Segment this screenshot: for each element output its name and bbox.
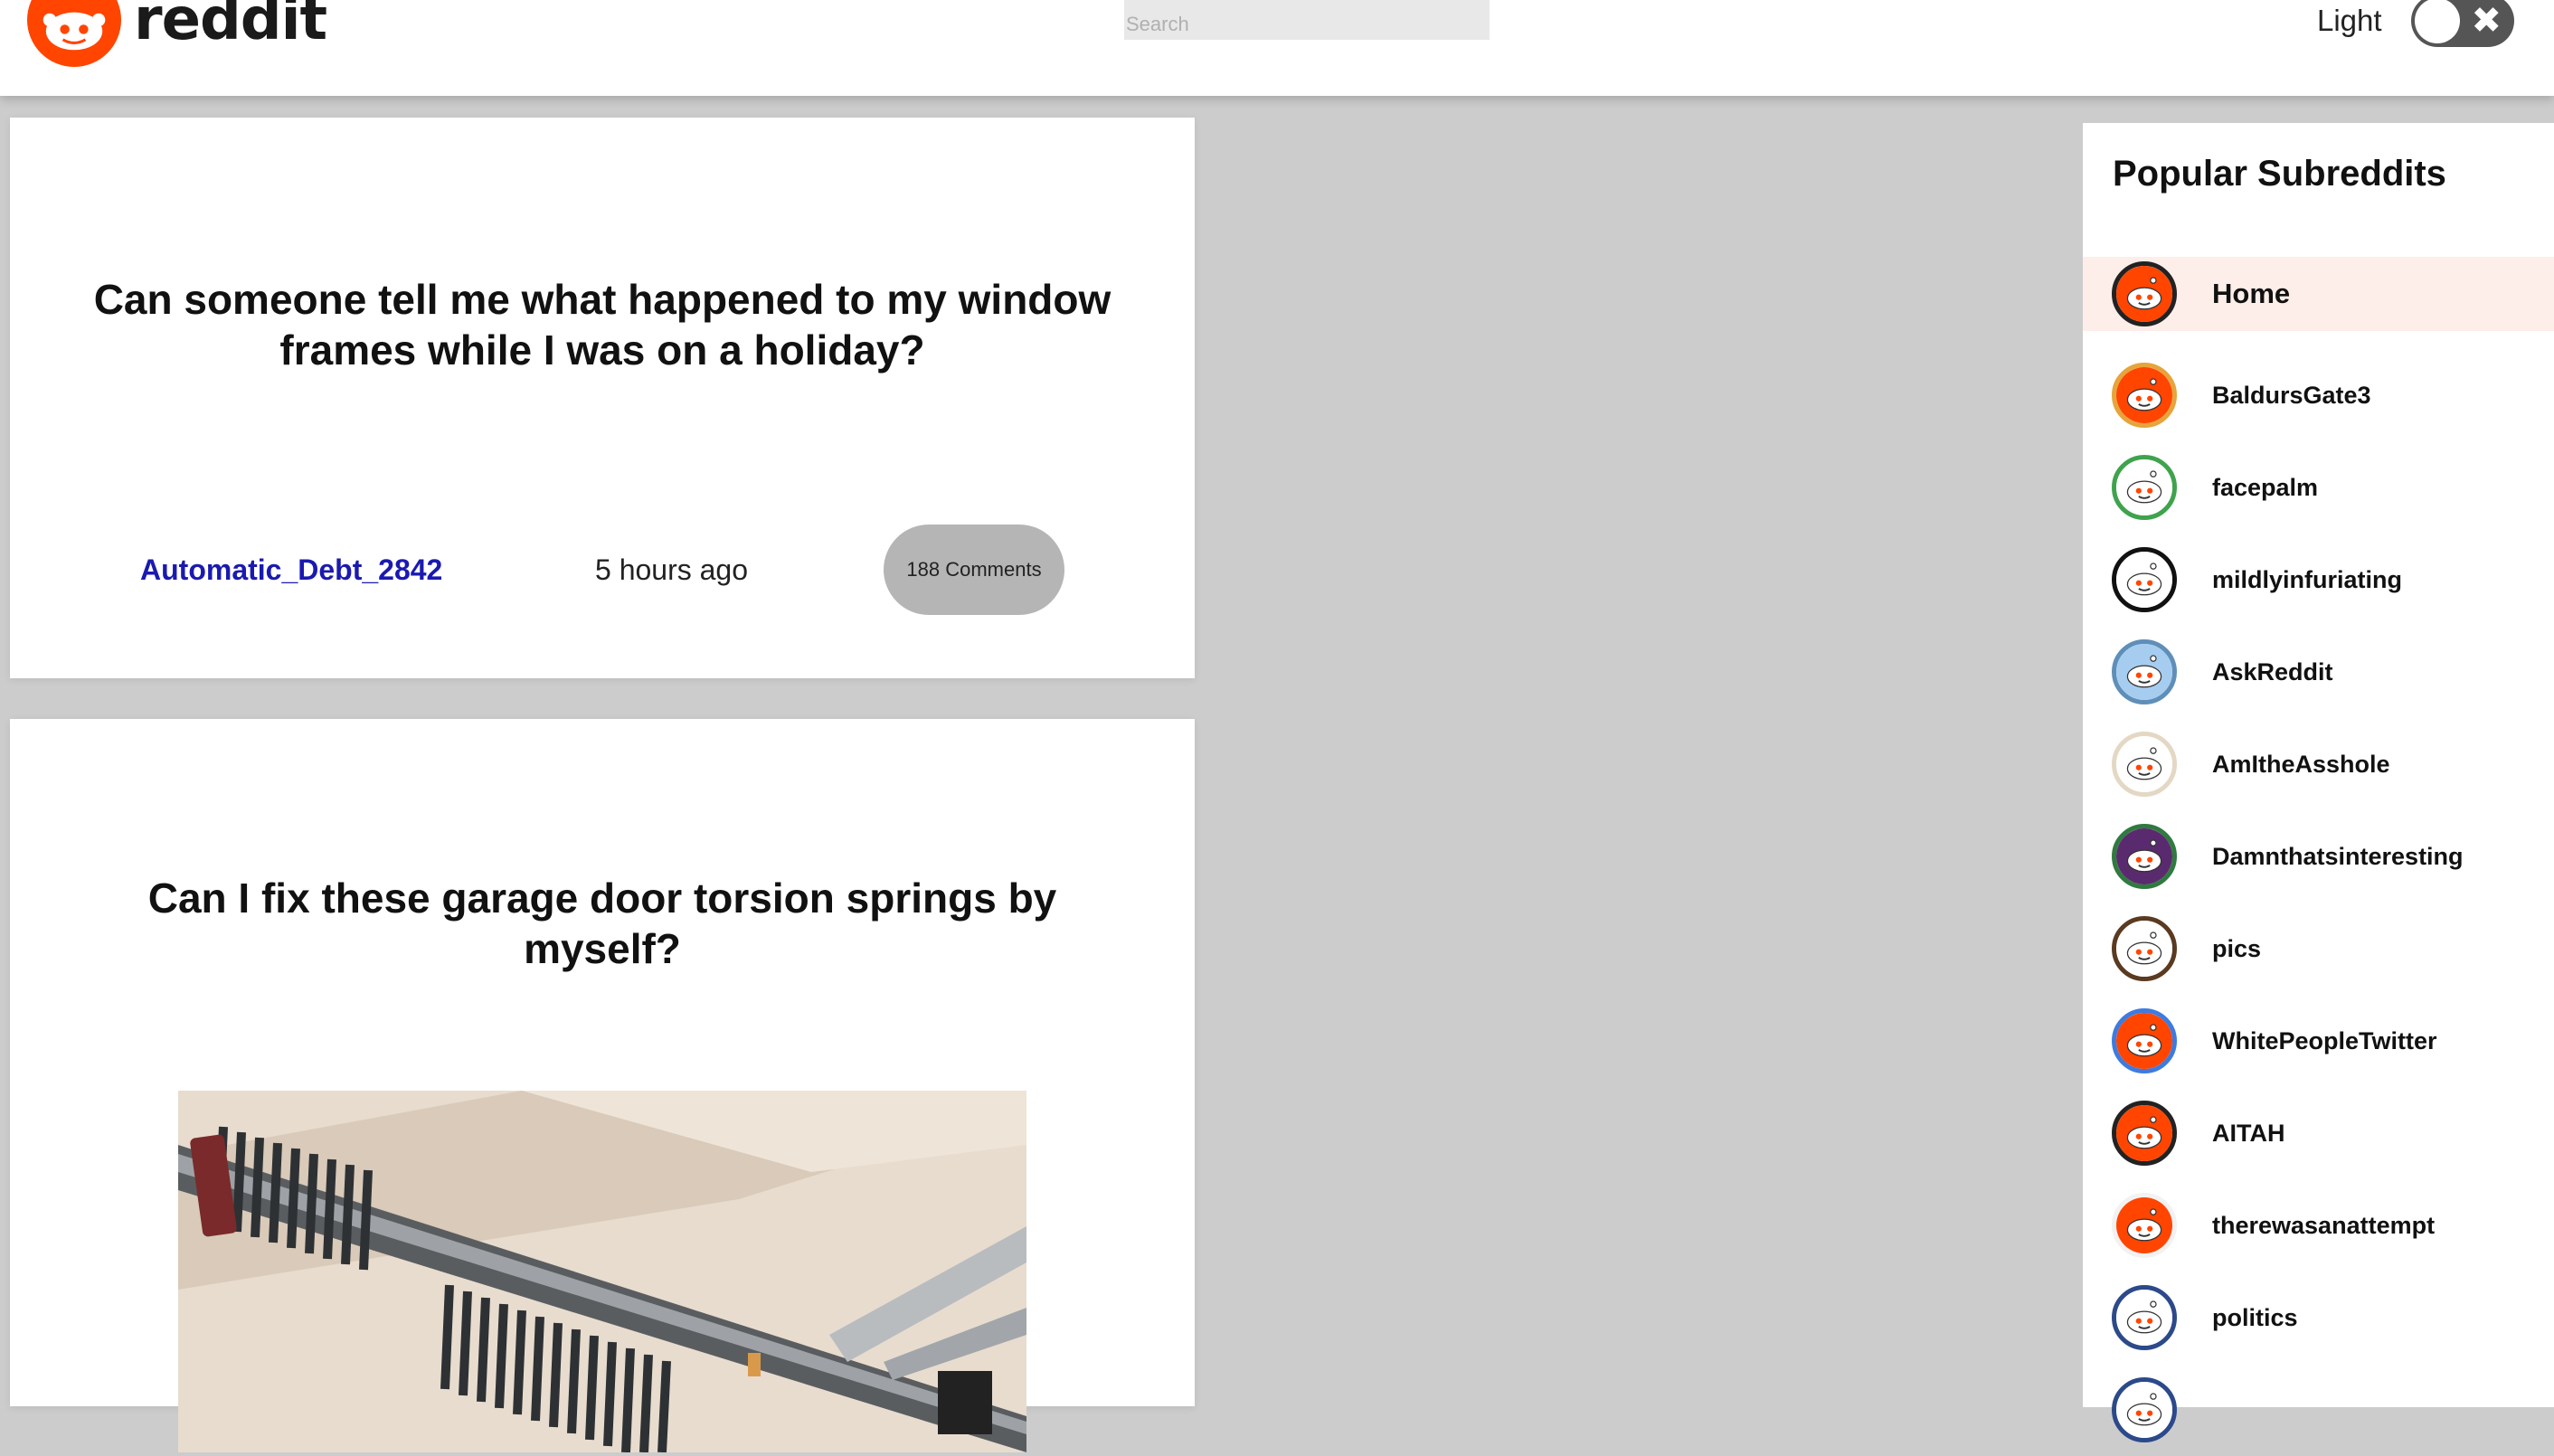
theme-toggle[interactable]: ✖ [2411,0,2514,47]
sidebar-item-label: therewasanattempt [2212,1211,2436,1239]
sidebar-item-amitheasshole[interactable]: AmItheAsshole [2083,718,2554,810]
facepalm-icon [2112,455,2177,520]
theme-label: Light [2317,4,2382,37]
question-snoo-icon [2112,639,2177,704]
subreddit-list: Home BaldursGate3 facepalm mildlyinfuriatin… [2083,257,2554,1456]
reddit-snoo-icon [2112,261,2177,326]
swirl-icon [2112,824,2177,889]
uncle-sam-snoo-icon [2112,1285,2177,1350]
sidebar-title: Popular Subreddits [2113,154,2446,194]
post-image[interactable] [178,1091,1026,1452]
toggle-knob [2415,0,2460,43]
comments-button[interactable]: 188 Comments [884,525,1064,615]
sidebar-item-label: AITAH [2212,1119,2285,1147]
reddit-snoo-icon [27,0,121,67]
sidebar-item-home[interactable]: Home [2083,257,2554,331]
question-icon [2112,1377,2177,1442]
sidebar-item-label: facepalm [2212,473,2319,501]
sidebar-item-facepalm[interactable]: facepalm [2083,441,2554,534]
sidebar-item-whitepeopletwitter[interactable]: WhitePeopleTwitter [2083,995,2554,1087]
close-icon: ✖ [2471,0,2502,42]
search-input[interactable] [1124,0,1490,40]
post-title[interactable]: Can someone tell me what happened to my … [73,274,1131,375]
sidebar-item-label: pics [2212,934,2262,962]
garage-spring-photo [178,1091,1026,1452]
post-meta: Automatic_Debt_2842 5 hours ago 188 Comm… [10,525,1195,615]
post-timestamp: 5 hours ago [595,553,749,586]
reddit-snoo-icon [2112,1193,2177,1258]
sidebar-item-askreddit[interactable]: AskReddit [2083,626,2554,718]
reddit-snoo-icon [2112,1101,2177,1166]
reddit-logo[interactable]: reddit [27,0,327,67]
reddit-snoo-icon [2112,363,2177,428]
logo-text: reddit [134,0,327,53]
sidebar-item-baldursgate3[interactable]: BaldursGate3 [2083,349,2554,441]
sidebar-item-label: Home [2212,278,2291,309]
sidebar-item-more[interactable] [2083,1364,2554,1456]
sidebar-item-aitah[interactable]: AITAH [2083,1087,2554,1179]
top-navbar: reddit Light ✖ [0,0,2554,96]
sidebar-item-label: mildlyinfuriating [2212,565,2403,593]
sidebar-item-label: AskReddit [2212,657,2333,685]
reddit-snoo-icon [2112,1008,2177,1073]
sidebar-item-label: politics [2212,1303,2298,1331]
post-author-link[interactable]: Automatic_Debt_2842 [140,553,442,587]
snoo-sketch-icon [2112,732,2177,797]
sidebar-item-pics[interactable]: pics [2083,903,2554,995]
popular-subreddits-sidebar: Popular Subreddits Home BaldursGate3 facep… [2083,123,2554,1442]
sidebar-item-label: AmItheAsshole [2212,750,2390,778]
sidebar-item-mildlyinfuriating[interactable]: mildlyinfuriating [2083,534,2554,626]
sidebar-item-label: WhitePeopleTwitter [2212,1026,2437,1054]
sidebar-item-label: Damnthatsinteresting [2212,842,2464,870]
post-title[interactable]: Can I fix these garage door torsion spri… [73,873,1131,974]
sidebar-item-therewasanattempt[interactable]: therewasanattempt [2083,1179,2554,1272]
post-card[interactable]: Can I fix these garage door torsion spri… [10,719,1195,1452]
sidebar-item-politics[interactable]: politics [2083,1272,2554,1364]
camera-snoo-icon [2112,916,2177,981]
sidebar-item-damnthatsinteresting[interactable]: Damnthatsinteresting [2083,810,2554,903]
angry-snoo-icon [2112,547,2177,612]
post-card[interactable]: Can someone tell me what happened to my … [10,118,1195,678]
sidebar-item-label: BaldursGate3 [2212,381,2371,409]
